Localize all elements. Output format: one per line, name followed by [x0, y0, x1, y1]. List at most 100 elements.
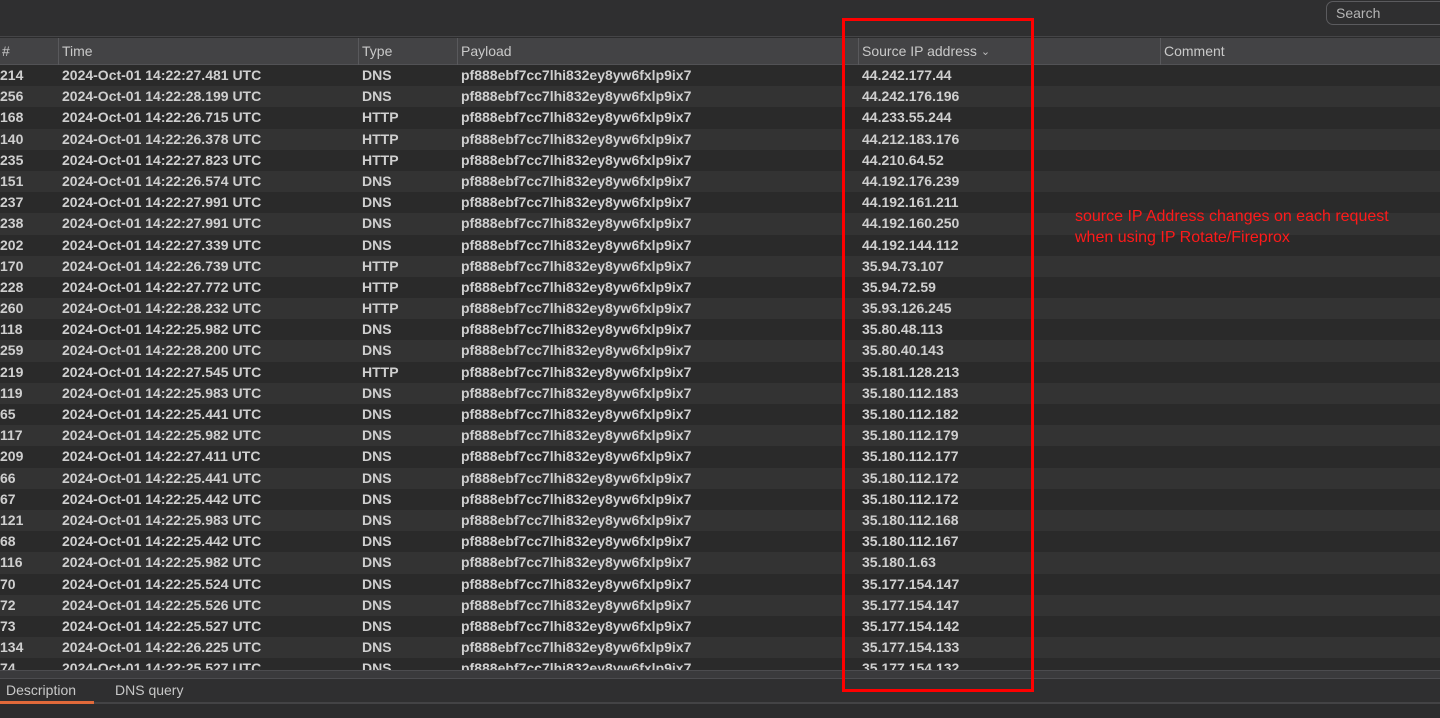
row-number: 74: [0, 660, 16, 670]
row-type: DNS: [362, 533, 392, 550]
row-payload: pf888ebf7cc7lhi832ey8yw6fxlp9ix7: [461, 342, 692, 359]
column-header-type[interactable]: Type: [358, 38, 457, 65]
table-row[interactable]: 67 2024-Oct-01 14:22:25.442 UTC DNS pf888eb…: [0, 488, 1440, 510]
table-row[interactable]: 235 2024-Oct-01 14:22:27.823 UTC HTTP pf888…: [0, 149, 1440, 171]
search-input[interactable]: [1327, 2, 1440, 24]
row-payload: pf888ebf7cc7lhi832ey8yw6fxlp9ix7: [461, 427, 692, 444]
row-number: 202: [0, 236, 24, 253]
row-time: 2024-Oct-01 14:22:27.545 UTC: [62, 363, 262, 380]
row-type: DNS: [362, 448, 392, 465]
table-row[interactable]: 168 2024-Oct-01 14:22:26.715 UTC HTTP pf888…: [0, 107, 1440, 129]
row-source-ip: 35.93.126.245: [862, 300, 952, 317]
row-source-ip: 35.177.154.132: [862, 660, 960, 670]
row-source-ip: 35.180.112.182: [862, 406, 959, 422]
row-source-ip: 35.180.112.177: [862, 448, 959, 465]
pane-divider[interactable]: [0, 670, 1440, 679]
table-row[interactable]: 68 2024-Oct-01 14:22:25.442 UTC DNS pf888eb…: [0, 531, 1440, 553]
row-type: DNS: [362, 596, 392, 613]
row-payload: pf888ebf7cc7lhi832ey8yw6fxlp9ix7: [461, 554, 692, 571]
column-label: Type: [362, 43, 393, 59]
row-number: 72: [0, 596, 16, 613]
table-row[interactable]: 140 2024-Oct-01 14:22:26.378 UTC HTTP pf888…: [0, 128, 1440, 150]
row-number: 260: [0, 300, 24, 317]
row-number: 134: [0, 639, 24, 656]
table-row[interactable]: 134 2024-Oct-01 14:22:26.225 UTC DNS pf888e…: [0, 637, 1440, 659]
search-box[interactable]: [1326, 1, 1440, 25]
row-time: 2024-Oct-01 14:22:25.441 UTC: [62, 406, 262, 422]
row-time: 2024-Oct-01 14:22:25.442 UTC: [62, 490, 262, 507]
row-type: HTTP: [362, 130, 399, 147]
table-row[interactable]: 73 2024-Oct-01 14:22:25.527 UTC DNS pf888eb…: [0, 615, 1440, 638]
table-row[interactable]: 209 2024-Oct-01 14:22:27.411 UTC DNS pf888e…: [0, 446, 1440, 468]
row-time: 2024-Oct-01 14:22:25.982 UTC: [62, 427, 262, 444]
row-type: DNS: [362, 236, 392, 253]
tab-dns-query[interactable]: DNS query: [115, 679, 183, 704]
row-number: 118: [0, 321, 23, 338]
row-type: DNS: [362, 617, 392, 634]
row-payload: pf888ebf7cc7lhi832ey8yw6fxlp9ix7: [461, 406, 692, 422]
table-row[interactable]: 228 2024-Oct-01 14:22:27.772 UTC HTTP pf888…: [0, 276, 1440, 299]
table-row[interactable]: 118 2024-Oct-01 14:22:25.982 UTC DNS pf888e…: [0, 319, 1440, 341]
table-row[interactable]: 117 2024-Oct-01 14:22:25.982 UTC DNS pf888e…: [0, 425, 1440, 447]
row-payload: pf888ebf7cc7lhi832ey8yw6fxlp9ix7: [461, 533, 692, 550]
tab-description[interactable]: Description: [0, 679, 95, 704]
table-row[interactable]: 66 2024-Oct-01 14:22:25.441 UTC DNS pf888eb…: [0, 467, 1440, 489]
table-row[interactable]: 219 2024-Oct-01 14:22:27.545 UTC HTTP pf888…: [0, 361, 1440, 383]
row-source-ip: 35.180.112.168: [862, 511, 959, 528]
row-type: DNS: [362, 639, 392, 656]
table-row[interactable]: 116 2024-Oct-01 14:22:25.982 UTC DNS pf888e…: [0, 552, 1440, 574]
row-type: DNS: [362, 342, 392, 359]
row-number: 259: [0, 342, 24, 359]
row-number: 219: [0, 363, 24, 380]
table-row[interactable]: 121 2024-Oct-01 14:22:25.983 UTC DNS pf888e…: [0, 509, 1440, 532]
row-time: 2024-Oct-01 14:22:25.442 UTC: [62, 533, 262, 550]
row-type: DNS: [362, 172, 392, 189]
row-number: 117: [0, 427, 23, 444]
table-row[interactable]: 151 2024-Oct-01 14:22:26.574 UTC DNS pf888e…: [0, 170, 1440, 193]
row-payload: pf888ebf7cc7lhi832ey8yw6fxlp9ix7: [461, 469, 692, 486]
row-payload: pf888ebf7cc7lhi832ey8yw6fxlp9ix7: [461, 490, 692, 507]
row-type: HTTP: [362, 278, 399, 295]
table-row[interactable]: 119 2024-Oct-01 14:22:25.983 UTC DNS pf888e…: [0, 382, 1440, 404]
row-time: 2024-Oct-01 14:22:28.232 UTC: [62, 300, 262, 317]
row-source-ip: 35.80.40.143: [862, 342, 944, 359]
row-time: 2024-Oct-01 14:22:27.772 UTC: [62, 278, 262, 295]
row-time: 2024-Oct-01 14:22:27.339 UTC: [62, 236, 262, 253]
table-row[interactable]: 65 2024-Oct-01 14:22:25.441 UTC DNS pf888eb…: [0, 404, 1440, 426]
row-source-ip: 35.180.112.183: [862, 384, 959, 401]
column-header-payload[interactable]: Payload: [457, 38, 858, 65]
row-number: 68: [0, 533, 16, 550]
table-row[interactable]: 260 2024-Oct-01 14:22:28.232 UTC HTTP pf888…: [0, 298, 1440, 320]
table-header: # Time Type Payload Source IP address ⌄ C…: [0, 38, 1440, 65]
column-header-source-ip[interactable]: Source IP address ⌄: [858, 38, 1160, 65]
table-row[interactable]: 256 2024-Oct-01 14:22:28.199 UTC DNS pf888e…: [0, 86, 1440, 108]
row-source-ip: 35.177.154.147: [862, 575, 960, 592]
row-source-ip: 35.177.154.142: [862, 617, 960, 634]
table-row[interactable]: 214 2024-Oct-01 14:22:27.481 UTC DNS pf888e…: [0, 65, 1440, 87]
row-type: DNS: [362, 490, 392, 507]
interactions-table: # Time Type Payload Source IP address ⌄ C…: [0, 38, 1440, 670]
table-body: 214 2024-Oct-01 14:22:27.481 UTC DNS pf888e…: [0, 65, 1440, 670]
column-header-comment[interactable]: Comment: [1160, 38, 1440, 65]
row-payload: pf888ebf7cc7lhi832ey8yw6fxlp9ix7: [461, 596, 692, 613]
table-row[interactable]: 170 2024-Oct-01 14:22:26.739 UTC HTTP pf888…: [0, 255, 1440, 277]
column-header-number[interactable]: #: [0, 38, 58, 65]
row-time: 2024-Oct-01 14:22:26.225 UTC: [62, 639, 262, 656]
table-row[interactable]: 72 2024-Oct-01 14:22:25.526 UTC DNS pf888eb…: [0, 594, 1440, 616]
row-payload: pf888ebf7cc7lhi832ey8yw6fxlp9ix7: [461, 67, 692, 83]
table-row[interactable]: 70 2024-Oct-01 14:22:25.524 UTC DNS pf888eb…: [0, 573, 1440, 595]
row-time: 2024-Oct-01 14:22:28.199 UTC: [62, 88, 262, 105]
row-number: 119: [0, 384, 23, 401]
row-source-ip: 35.181.128.213: [862, 363, 960, 380]
row-payload: pf888ebf7cc7lhi832ey8yw6fxlp9ix7: [461, 660, 692, 670]
row-number: 238: [0, 215, 24, 232]
table-row[interactable]: 259 2024-Oct-01 14:22:28.200 UTC DNS pf888e…: [0, 340, 1440, 362]
row-payload: pf888ebf7cc7lhi832ey8yw6fxlp9ix7: [461, 278, 692, 295]
row-number: 70: [0, 575, 16, 592]
column-header-time[interactable]: Time: [58, 38, 358, 65]
row-type: DNS: [362, 67, 392, 83]
row-time: 2024-Oct-01 14:22:27.991 UTC: [62, 194, 262, 211]
table-row[interactable]: 74 2024-Oct-01 14:22:25.527 UTC DNS pf888eb…: [0, 658, 1440, 670]
row-number: 73: [0, 617, 16, 634]
row-source-ip: 35.180.112.172: [862, 490, 959, 507]
